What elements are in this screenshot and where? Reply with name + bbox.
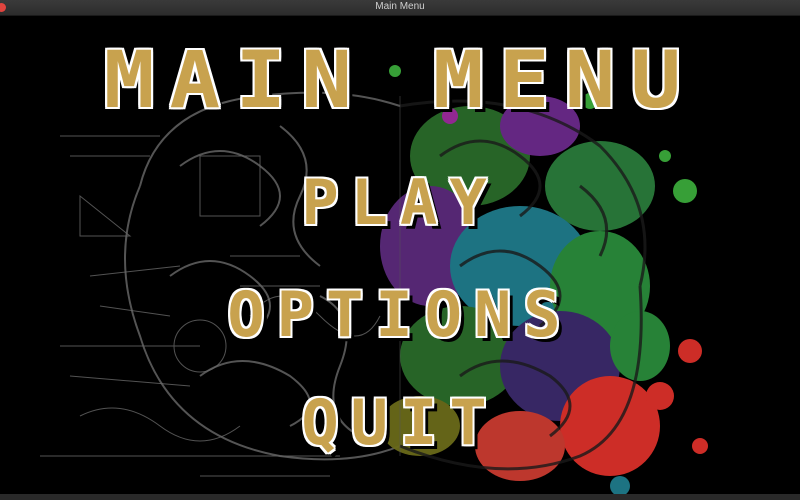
game-window: Main Menu MAIN MENU PLAY OPTIONS QUIT: [0, 0, 800, 500]
bottom-edge: [0, 494, 800, 500]
play-button[interactable]: PLAY: [0, 166, 800, 239]
title-bar: Main Menu: [0, 0, 800, 16]
window-title: Main Menu: [375, 1, 425, 12]
game-viewport: MAIN MENU PLAY OPTIONS QUIT: [0, 16, 800, 500]
options-button[interactable]: OPTIONS: [0, 278, 800, 351]
quit-button[interactable]: QUIT: [0, 386, 800, 459]
main-menu-title: MAIN MENU: [103, 36, 697, 126]
